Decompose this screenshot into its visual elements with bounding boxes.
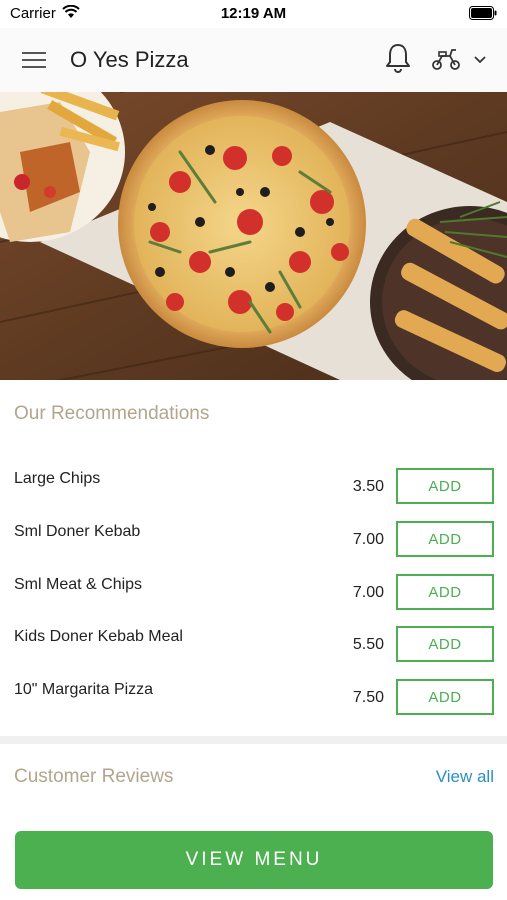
recommendation-row: Sml Doner Kebab 7.00 ADD: [0, 521, 507, 573]
page-title: O Yes Pizza: [70, 47, 189, 72]
item-price: 3.50: [352, 478, 384, 495]
view-all-reviews-link[interactable]: View all: [436, 767, 494, 787]
item-price: 5.50: [352, 636, 384, 653]
recommendation-row: Large Chips 3.50 ADD: [0, 468, 507, 520]
add-sml-doner-kebab-button[interactable]: ADD: [396, 521, 494, 557]
item-name: Large Chips: [14, 470, 101, 487]
item-name: Sml Doner Kebab: [14, 523, 141, 540]
recommendations-title: Our Recommendations: [14, 403, 210, 424]
reviews-title: Customer Reviews: [14, 766, 174, 787]
item-price: 7.00: [352, 584, 384, 601]
bell-icon[interactable]: [383, 42, 413, 74]
add-kids-doner-meal-button[interactable]: ADD: [396, 626, 494, 662]
view-menu-button[interactable]: VIEW MENU: [15, 831, 493, 889]
chevron-down-icon[interactable]: [472, 52, 488, 66]
hamburger-menu-icon[interactable]: [22, 50, 48, 70]
item-name: Sml Meat & Chips: [14, 576, 143, 593]
status-bar: Carrier 12:19 AM: [0, 0, 507, 28]
add-sml-meat-chips-button[interactable]: ADD: [396, 574, 494, 610]
clock: 12:19 AM: [220, 5, 287, 22]
recommendation-row: Sml Meat & Chips 7.00 ADD: [0, 574, 507, 626]
recommendation-row: 10" Margarita Pizza 7.50 ADD: [0, 679, 507, 731]
section-divider: [0, 736, 507, 744]
battery-icon: [469, 6, 497, 20]
app-header: O Yes Pizza: [0, 28, 507, 92]
add-large-chips-button[interactable]: ADD: [396, 468, 494, 504]
hero-food-image: [0, 92, 507, 380]
item-name: 10" Margarita Pizza: [14, 681, 154, 698]
recommendation-row: Kids Doner Kebab Meal 5.50 ADD: [0, 626, 507, 678]
item-price: 7.00: [352, 531, 384, 548]
scooter-icon[interactable]: [430, 46, 462, 72]
item-name: Kids Doner Kebab Meal: [14, 628, 183, 645]
item-price: 7.50: [352, 689, 384, 706]
add-margarita-pizza-button[interactable]: ADD: [396, 679, 494, 715]
